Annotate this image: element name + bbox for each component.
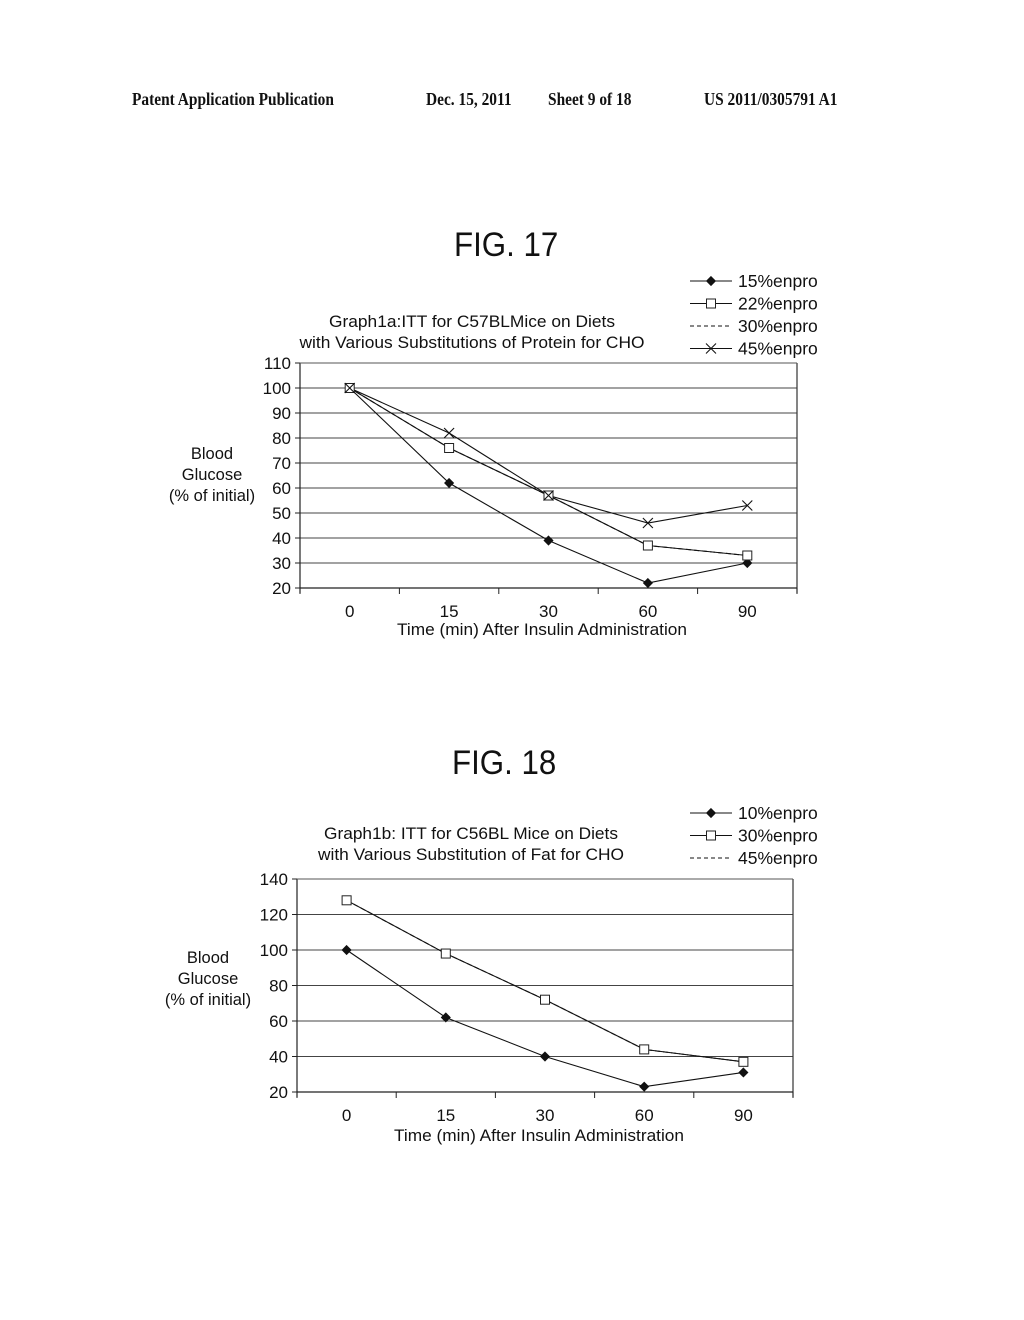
y-tick-label: 80 [269,977,288,996]
y-tick-label: 100 [260,941,288,960]
y-axis-label-line: Blood [187,949,229,967]
data-point-30pct-enpro [639,1044,650,1055]
y-axis-label-line: (% of initial) [165,991,251,1009]
legend-label: 45%enpro [738,848,818,868]
legend-label: 30%enpro [738,826,818,846]
y-tick-label: 40 [269,1048,288,1067]
legend-marker [706,830,716,841]
chart-title-line: Graph1b: ITT for C56BL Mice on Diets [324,825,618,843]
series-line-45pct-enpro [346,899,744,1063]
x-tick-label: 90 [734,1106,753,1125]
y-tick-label: 20 [269,1083,288,1102]
y-tick-label: 60 [269,1012,288,1031]
legend-item: 10%enpro [690,803,818,823]
x-axis-label: Time (min) After Insulin Administration [394,1127,684,1145]
data-point-10pct-enpro [341,944,352,956]
chart-fig18: 140 120 100 80 60 40 20 0 15 30 60 90 Graph1b: ITT f… [165,803,818,1145]
legend-item: 30%enpro [690,826,818,846]
x-tick-label: 15 [436,1106,455,1125]
series-line-30pct-enpro [346,899,744,1063]
data-point-30pct-enpro [540,994,550,1005]
legend-label: 10%enpro [738,803,818,823]
data-point-10pct-enpro [639,1081,650,1092]
y-tick-label: 140 [260,870,288,889]
data-point-10pct-enpro [738,1067,749,1078]
x-tick-label: 0 [342,1106,351,1125]
legend-marker [705,807,717,819]
y-axis-label-line: Glucose [178,970,239,988]
x-tick-label: 60 [635,1106,654,1125]
chart-title-line: with Various Substitution of Fat for CHO [317,846,624,864]
data-point-30pct-enpro [738,1056,749,1067]
data-point-30pct-enpro [440,948,451,959]
data-point-10pct-enpro [539,1051,551,1062]
x-tick-label: 30 [536,1106,555,1125]
y-tick-label: 120 [260,906,288,925]
legend-item: 45%enpro [690,848,818,868]
series-line-10pct-enpro [346,949,744,1088]
data-point-30pct-enpro [341,895,352,906]
